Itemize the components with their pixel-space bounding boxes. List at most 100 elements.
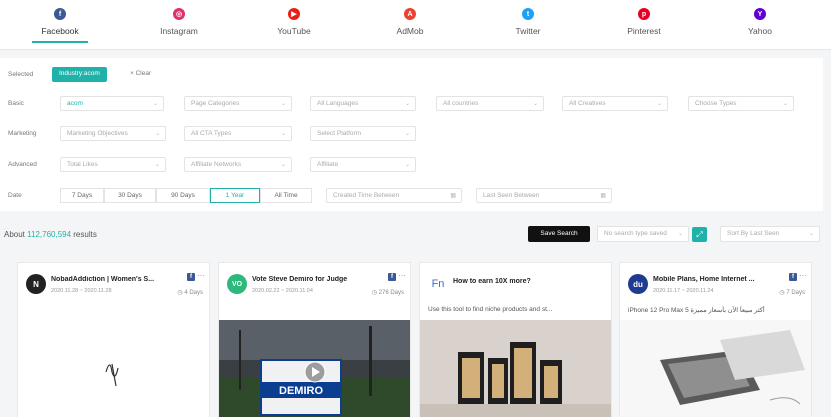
placeholder: Created Time Between bbox=[333, 192, 400, 199]
affiliate-networks-select[interactable]: Affiliate Networks ⌄ bbox=[184, 157, 292, 172]
saved-search-select[interactable]: No search type saved ⌄ bbox=[597, 226, 689, 242]
more-options-icon[interactable]: ⋯ bbox=[197, 271, 205, 280]
avatar: VO bbox=[227, 274, 247, 294]
select-value: All Creatives bbox=[569, 100, 606, 107]
platform-tabs: f Facebook ◎ Instagram ▶ YouTube A AdMob… bbox=[0, 0, 831, 50]
ad-title: Vote Steve Demiro for Judge bbox=[252, 276, 348, 283]
ad-media[interactable] bbox=[420, 320, 611, 417]
facebook-icon: f bbox=[187, 273, 195, 281]
chevron-down-icon: ⌄ bbox=[532, 101, 538, 107]
link-icon[interactable]: ⤢ bbox=[692, 227, 707, 242]
ad-title: NobadAddiction | Women's S... bbox=[51, 276, 155, 283]
tab-label: Instagram bbox=[160, 26, 198, 36]
more-options-icon[interactable]: ⋯ bbox=[799, 271, 807, 280]
chevron-down-icon: ⌄ bbox=[154, 131, 160, 137]
results-suffix: results bbox=[71, 230, 97, 239]
ad-card[interactable]: VO Vote Steve Demiro for Judge 2020.02.2… bbox=[218, 262, 411, 417]
logo-image bbox=[105, 363, 119, 387]
chevron-down-icon: ⌄ bbox=[280, 162, 286, 168]
ad-days: ◷ 276 Days bbox=[371, 290, 404, 296]
select-value: Page Categories bbox=[191, 100, 240, 107]
chevron-down-icon: ⌄ bbox=[404, 101, 410, 107]
selected-filter-chip[interactable]: Industry:acom bbox=[52, 67, 107, 82]
results-prefix: About bbox=[4, 230, 28, 239]
tab-label: AdMob bbox=[396, 26, 424, 36]
tab-yahoo[interactable]: Y Yahoo bbox=[720, 8, 800, 36]
select-value: Affiliate bbox=[317, 161, 339, 168]
languages-select[interactable]: All Languages ⌄ bbox=[310, 96, 416, 111]
ad-card[interactable]: Fn How to earn 10X more? Use this tool t… bbox=[419, 262, 612, 417]
filters-panel: Selected Industry:acom × Clear Basic aco… bbox=[0, 58, 823, 211]
basic-label: Basic bbox=[8, 100, 24, 107]
instagram-icon: ◎ bbox=[173, 8, 185, 20]
select-value: All CTA Types bbox=[191, 130, 232, 137]
select-value: All countries bbox=[443, 100, 479, 107]
results-summary: About 112,760,594 results bbox=[4, 230, 97, 239]
created-time-range-input[interactable]: Created Time Between ▦ bbox=[326, 188, 462, 203]
chevron-down-icon: ⌄ bbox=[677, 231, 683, 237]
date-1-year[interactable]: 1 Year bbox=[210, 188, 260, 203]
chevron-down-icon: ⌄ bbox=[656, 101, 662, 107]
tab-facebook[interactable]: f Facebook bbox=[20, 8, 100, 43]
last-seen-range-input[interactable]: Last Seen Between ▦ bbox=[476, 188, 612, 203]
tab-label: Twitter bbox=[515, 26, 541, 36]
creatives-select[interactable]: All Creatives ⌄ bbox=[562, 96, 668, 111]
date-30-days[interactable]: 30 Days bbox=[104, 188, 156, 203]
types-select[interactable]: Choose Types ⌄ bbox=[688, 96, 794, 111]
total-likes-select[interactable]: Total Likes ⌄ bbox=[60, 157, 166, 172]
select-value: Affiliate Networks bbox=[191, 161, 242, 168]
ad-card[interactable]: du Mobile Plans, Home Internet ... 2020.… bbox=[619, 262, 812, 417]
chevron-down-icon: ⌄ bbox=[152, 101, 158, 107]
clear-filters-link[interactable]: × Clear bbox=[130, 70, 151, 77]
select-value: Sort By Last Seen bbox=[727, 230, 780, 237]
tab-pinterest[interactable]: p Pinterest bbox=[604, 8, 684, 36]
tab-admob[interactable]: A AdMob bbox=[370, 8, 450, 36]
tab-label: Yahoo bbox=[748, 26, 772, 36]
date-90-days[interactable]: 90 Days bbox=[156, 188, 210, 203]
tab-label: YouTube bbox=[277, 26, 311, 36]
chevron-down-icon: ⌄ bbox=[154, 162, 160, 168]
select-value: Select Platform bbox=[317, 130, 362, 137]
date-7-days[interactable]: 7 Days bbox=[60, 188, 104, 203]
ad-days: ◷ 4 Days bbox=[177, 290, 203, 296]
tab-label: Facebook bbox=[41, 26, 79, 36]
placeholder: Last Seen Between bbox=[483, 192, 540, 199]
tab-youtube[interactable]: ▶ YouTube bbox=[254, 8, 334, 36]
ad-media[interactable] bbox=[620, 320, 811, 417]
avatar: N bbox=[26, 274, 46, 294]
page-categories-select[interactable]: Page Categories ⌄ bbox=[184, 96, 292, 111]
affiliate-select[interactable]: Affiliate ⌄ bbox=[310, 157, 416, 172]
platform-select[interactable]: Select Platform ⌄ bbox=[310, 126, 416, 141]
calendar-icon: ▦ bbox=[450, 193, 456, 199]
countries-select[interactable]: All countries ⌄ bbox=[436, 96, 544, 111]
ad-date-range: 2020.11.28 ~ 2020.11.28 bbox=[51, 288, 112, 294]
more-options-icon[interactable]: ⋯ bbox=[398, 271, 406, 280]
select-value: Marketing Objectives bbox=[67, 130, 128, 137]
ad-days: ◷ 7 Days bbox=[779, 290, 805, 296]
advanced-label: Advanced bbox=[8, 161, 37, 168]
sign-text: DEMIRO bbox=[279, 385, 323, 397]
ad-video[interactable]: DEMIRO bbox=[219, 320, 410, 417]
date-all-time[interactable]: All Time bbox=[260, 188, 312, 203]
facebook-icon: f bbox=[388, 273, 396, 281]
chevron-down-icon: ⌄ bbox=[280, 101, 286, 107]
sort-select[interactable]: Sort By Last Seen ⌄ bbox=[720, 226, 820, 242]
marketing-objectives-select[interactable]: Marketing Objectives ⌄ bbox=[60, 126, 166, 141]
select-value: All Languages bbox=[317, 100, 359, 107]
ad-date-range: 2020.11.17 ~ 2020.11.24 bbox=[653, 288, 714, 294]
ad-card[interactable]: N NobadAddiction | Women's S... 2020.11.… bbox=[17, 262, 210, 417]
facebook-icon: f bbox=[789, 273, 797, 281]
calendar-icon: ▦ bbox=[600, 193, 606, 199]
selected-label: Selected bbox=[8, 71, 34, 78]
select-value: Choose Types bbox=[695, 100, 737, 107]
select-value: Total Likes bbox=[67, 161, 98, 168]
tab-instagram[interactable]: ◎ Instagram bbox=[139, 8, 219, 36]
cta-types-select[interactable]: All CTA Types ⌄ bbox=[184, 126, 292, 141]
ad-media[interactable] bbox=[18, 320, 209, 417]
avatar: Fn bbox=[428, 274, 448, 294]
days-value: 4 Days bbox=[184, 290, 203, 296]
select-value: acom bbox=[67, 100, 83, 107]
industry-select[interactable]: acom ⌄ bbox=[60, 96, 164, 111]
tab-twitter[interactable]: t Twitter bbox=[488, 8, 568, 36]
save-search-button[interactable]: Save Search bbox=[528, 226, 590, 242]
